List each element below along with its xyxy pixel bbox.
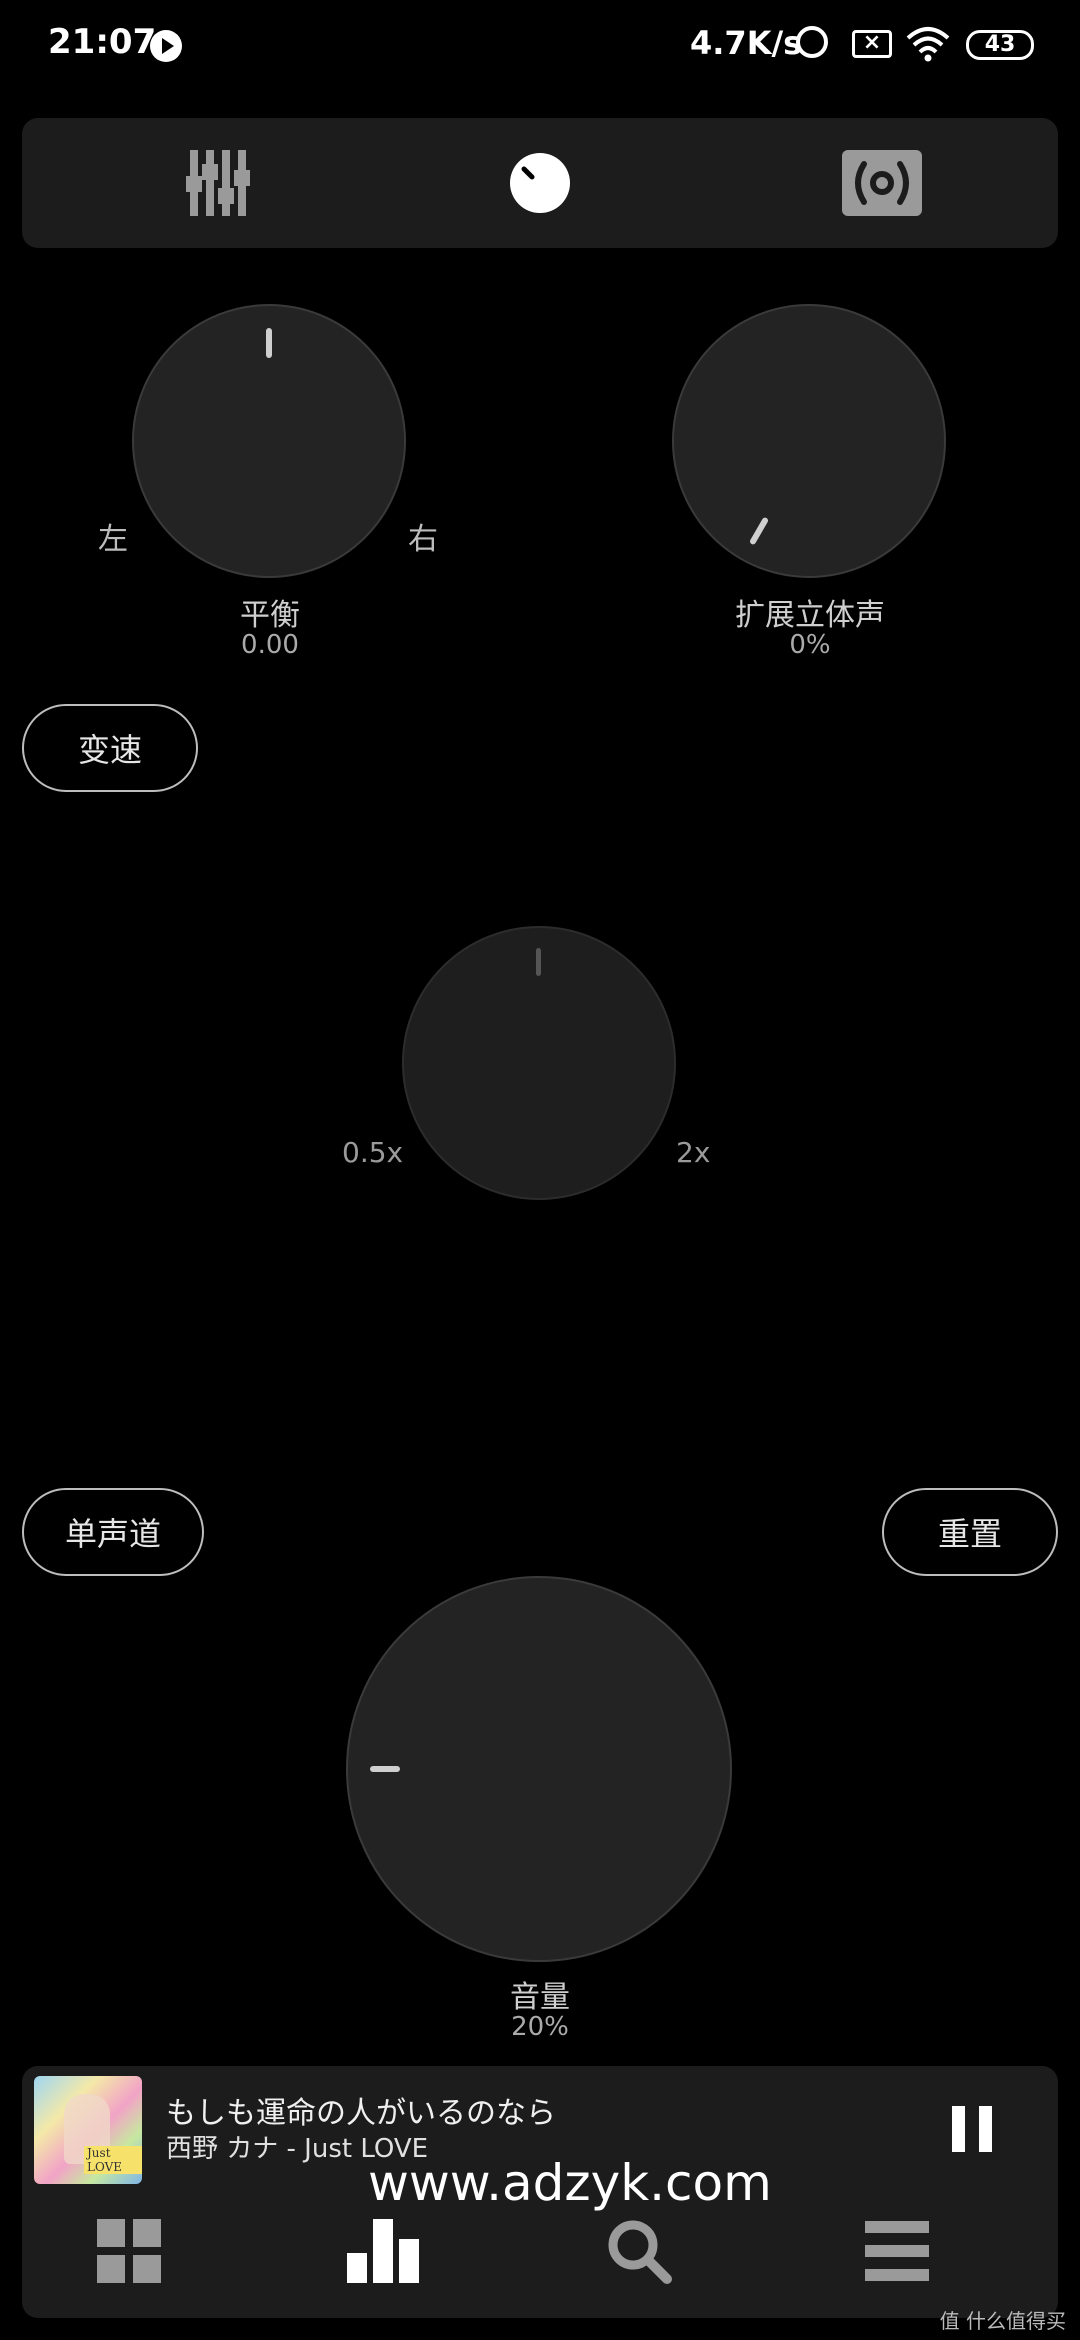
nav-search[interactable] bbox=[584, 2196, 694, 2306]
song-title[interactable]: もしも運命の人がいるのなら bbox=[166, 2088, 556, 2132]
speed-max-label: 2x bbox=[676, 1136, 711, 1169]
balance-left-label: 左 bbox=[98, 522, 128, 557]
media-playing-icon bbox=[150, 30, 182, 62]
nav-library[interactable] bbox=[74, 2196, 184, 2306]
alarm-icon bbox=[796, 26, 828, 58]
balance-knob[interactable] bbox=[132, 304, 406, 578]
battery-indicator: 43 bbox=[966, 30, 1034, 60]
speed-knob-indicator bbox=[536, 948, 541, 976]
grid-icon bbox=[97, 2219, 161, 2283]
nav-menu[interactable] bbox=[842, 2196, 952, 2306]
balance-right-label: 右 bbox=[408, 522, 438, 557]
corner-watermark: 值 什么值得买 bbox=[939, 2309, 1066, 2333]
album-art[interactable]: Just LOVE bbox=[34, 2076, 142, 2184]
menu-icon bbox=[865, 2221, 929, 2281]
pause-icon-bar-right bbox=[979, 2106, 992, 2152]
speaker-icon bbox=[842, 150, 922, 216]
balance-value: 0.00 bbox=[241, 630, 299, 660]
pause-button[interactable] bbox=[952, 2106, 992, 2152]
no-sim-icon: × bbox=[852, 30, 892, 58]
equalizer-icon bbox=[186, 150, 250, 216]
pause-icon-bar-left bbox=[952, 2106, 965, 2152]
effects-tab-bar bbox=[22, 118, 1058, 248]
speed-min-label: 0.5x bbox=[342, 1136, 404, 1169]
volume-value: 20% bbox=[511, 2012, 569, 2042]
volume-knob-indicator bbox=[370, 1766, 400, 1772]
bars-icon bbox=[347, 2219, 419, 2283]
stereo-expand-knob-indicator bbox=[748, 516, 770, 546]
mono-button[interactable]: 单声道 bbox=[22, 1488, 204, 1576]
reset-button[interactable]: 重置 bbox=[882, 1488, 1058, 1576]
wifi-icon bbox=[906, 27, 950, 62]
volume-knob[interactable] bbox=[346, 1576, 732, 1962]
status-time: 21:07 bbox=[48, 22, 157, 62]
search-icon bbox=[608, 2220, 672, 2284]
volume-label: 音量 bbox=[510, 1980, 570, 2015]
tab-knob[interactable] bbox=[440, 118, 640, 248]
stereo-expand-value: 0% bbox=[789, 630, 831, 660]
stereo-expand-label: 扩展立体声 bbox=[735, 598, 885, 633]
speed-toggle-button[interactable]: 变速 bbox=[22, 704, 198, 792]
stereo-expand-knob[interactable] bbox=[672, 304, 946, 578]
knob-icon bbox=[510, 153, 570, 213]
balance-knob-indicator bbox=[266, 328, 272, 358]
speed-knob[interactable] bbox=[402, 926, 676, 1200]
album-art-text: Just LOVE bbox=[84, 2146, 142, 2174]
nav-now-playing[interactable] bbox=[328, 2196, 438, 2306]
tab-speaker[interactable] bbox=[782, 118, 982, 248]
balance-label: 平衡 bbox=[240, 598, 300, 633]
mini-player[interactable]: Just LOVE もしも運命の人がいるのなら 西野 カナ - Just LOV… bbox=[22, 2066, 1058, 2318]
network-speed: 4.7K/s bbox=[690, 24, 803, 62]
tab-equalizer[interactable] bbox=[118, 118, 318, 248]
